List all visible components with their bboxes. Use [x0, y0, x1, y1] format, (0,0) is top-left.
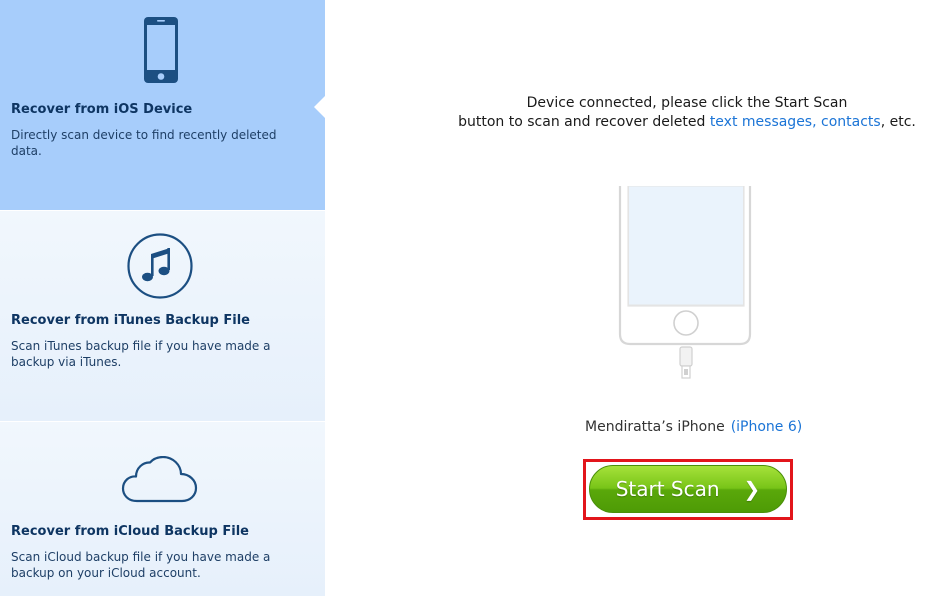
device-info: Mendiratta’s iPhone (iPhone 6)	[585, 419, 802, 435]
link-text-messages[interactable]: text messages,	[710, 114, 817, 130]
start-scan-button[interactable]: Start Scan ❯	[589, 465, 787, 513]
option-title: Recover from iOS Device	[11, 102, 193, 117]
music-note-icon	[127, 233, 193, 299]
link-contacts[interactable]: contacts	[821, 114, 881, 130]
phone-icon	[144, 17, 178, 83]
option-description: Scan iTunes backup file if you have made…	[11, 339, 271, 369]
instruction-message: Device connected, please click the Start…	[440, 94, 934, 132]
cloud-icon	[121, 456, 198, 503]
option-recover-icloud-backup[interactable]: Recover from iCloud Backup File Scan iCl…	[0, 422, 325, 596]
sidebar: Recover from iOS Device Directly scan de…	[0, 0, 325, 596]
instruction-line-2: button to scan and recover deleted text …	[440, 113, 934, 132]
chevron-right-icon: ❯	[743, 477, 761, 501]
device-name: Mendiratta’s iPhone	[585, 419, 725, 435]
option-description: Directly scan device to find recently de…	[11, 128, 277, 158]
option-title: Recover from iTunes Backup File	[11, 313, 250, 328]
iphone-illustration	[618, 186, 752, 379]
option-description: Scan iCloud backup file if you have made…	[11, 550, 271, 580]
start-scan-label: Start Scan	[615, 477, 720, 501]
option-recover-ios-device[interactable]: Recover from iOS Device Directly scan de…	[0, 0, 325, 210]
instruction-line-1: Device connected, please click the Start…	[526, 95, 848, 111]
option-recover-itunes-backup[interactable]: Recover from iTunes Backup File Scan iTu…	[0, 211, 325, 421]
option-title: Recover from iCloud Backup File	[11, 524, 249, 539]
instruction-prefix: button to scan and recover deleted	[458, 114, 710, 130]
device-model: (iPhone 6)	[730, 419, 803, 435]
instruction-suffix: , etc.	[880, 114, 916, 130]
